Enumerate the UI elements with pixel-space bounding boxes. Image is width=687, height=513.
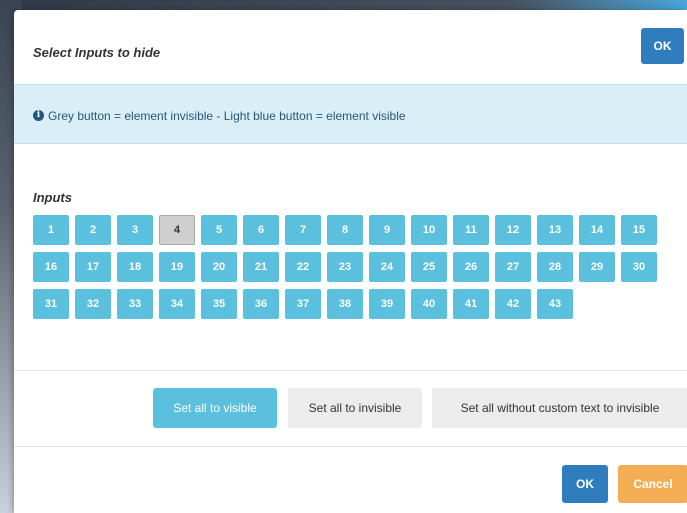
input-toggle-23[interactable]: 23 [327,252,363,282]
input-toggle-39[interactable]: 39 [369,289,405,319]
divider-actions [14,370,687,371]
input-toggle-19[interactable]: 19 [159,252,195,282]
cancel-button[interactable]: Cancel [618,465,687,503]
input-toggle-35[interactable]: 35 [201,289,237,319]
input-toggle-27[interactable]: 27 [495,252,531,282]
input-toggle-29[interactable]: 29 [579,252,615,282]
input-toggle-30[interactable]: 30 [621,252,657,282]
input-toggle-6[interactable]: 6 [243,215,279,245]
input-toggle-8[interactable]: 8 [327,215,363,245]
input-toggle-31[interactable]: 31 [33,289,69,319]
input-toggle-11[interactable]: 11 [453,215,489,245]
input-toggle-18[interactable]: 18 [117,252,153,282]
input-toggle-36[interactable]: 36 [243,289,279,319]
input-toggle-16[interactable]: 16 [33,252,69,282]
input-toggle-10[interactable]: 10 [411,215,447,245]
input-toggle-20[interactable]: 20 [201,252,237,282]
input-toggle-33[interactable]: 33 [117,289,153,319]
input-toggle-24[interactable]: 24 [369,252,405,282]
input-toggle-5[interactable]: 5 [201,215,237,245]
modal-header: Select Inputs to hide OK [14,10,687,84]
alert-text: Grey button = element invisible - Light … [48,109,406,123]
input-toggle-13[interactable]: 13 [537,215,573,245]
modal-title: Select Inputs to hide [33,45,161,60]
input-toggle-4[interactable]: 4 [159,215,195,245]
input-toggle-15[interactable]: 15 [621,215,657,245]
input-toggle-3[interactable]: 3 [117,215,153,245]
input-toggle-9[interactable]: 9 [369,215,405,245]
input-toggle-43[interactable]: 43 [537,289,573,319]
input-toggle-21[interactable]: 21 [243,252,279,282]
input-toggle-37[interactable]: 37 [285,289,321,319]
inputs-label: Inputs [33,190,72,205]
input-toggle-2[interactable]: 2 [75,215,111,245]
info-alert: i Grey button = element invisible - Ligh… [14,84,687,144]
input-toggle-17[interactable]: 17 [75,252,111,282]
modal-dialog: Select Inputs to hide OK i Grey button =… [14,10,687,513]
ok-button-top[interactable]: OK [641,28,684,64]
input-toggle-40[interactable]: 40 [411,289,447,319]
ok-button[interactable]: OK [562,465,608,503]
input-toggle-7[interactable]: 7 [285,215,321,245]
set-all-visible-button[interactable]: Set all to visible [153,388,277,428]
input-toggle-38[interactable]: 38 [327,289,363,319]
divider-footer [14,446,687,447]
input-toggle-28[interactable]: 28 [537,252,573,282]
input-toggle-26[interactable]: 26 [453,252,489,282]
input-toggle-41[interactable]: 41 [453,289,489,319]
input-toggle-14[interactable]: 14 [579,215,615,245]
input-toggle-34[interactable]: 34 [159,289,195,319]
input-toggle-12[interactable]: 12 [495,215,531,245]
info-circle-icon: i [33,110,44,121]
input-toggle-1[interactable]: 1 [33,215,69,245]
input-toggle-42[interactable]: 42 [495,289,531,319]
set-all-invisible-button[interactable]: Set all to invisible [288,388,422,428]
input-toggle-22[interactable]: 22 [285,252,321,282]
set-without-custom-text-invisible-button[interactable]: Set all without custom text to invisible [432,388,687,428]
input-toggle-25[interactable]: 25 [411,252,447,282]
input-toggle-32[interactable]: 32 [75,289,111,319]
